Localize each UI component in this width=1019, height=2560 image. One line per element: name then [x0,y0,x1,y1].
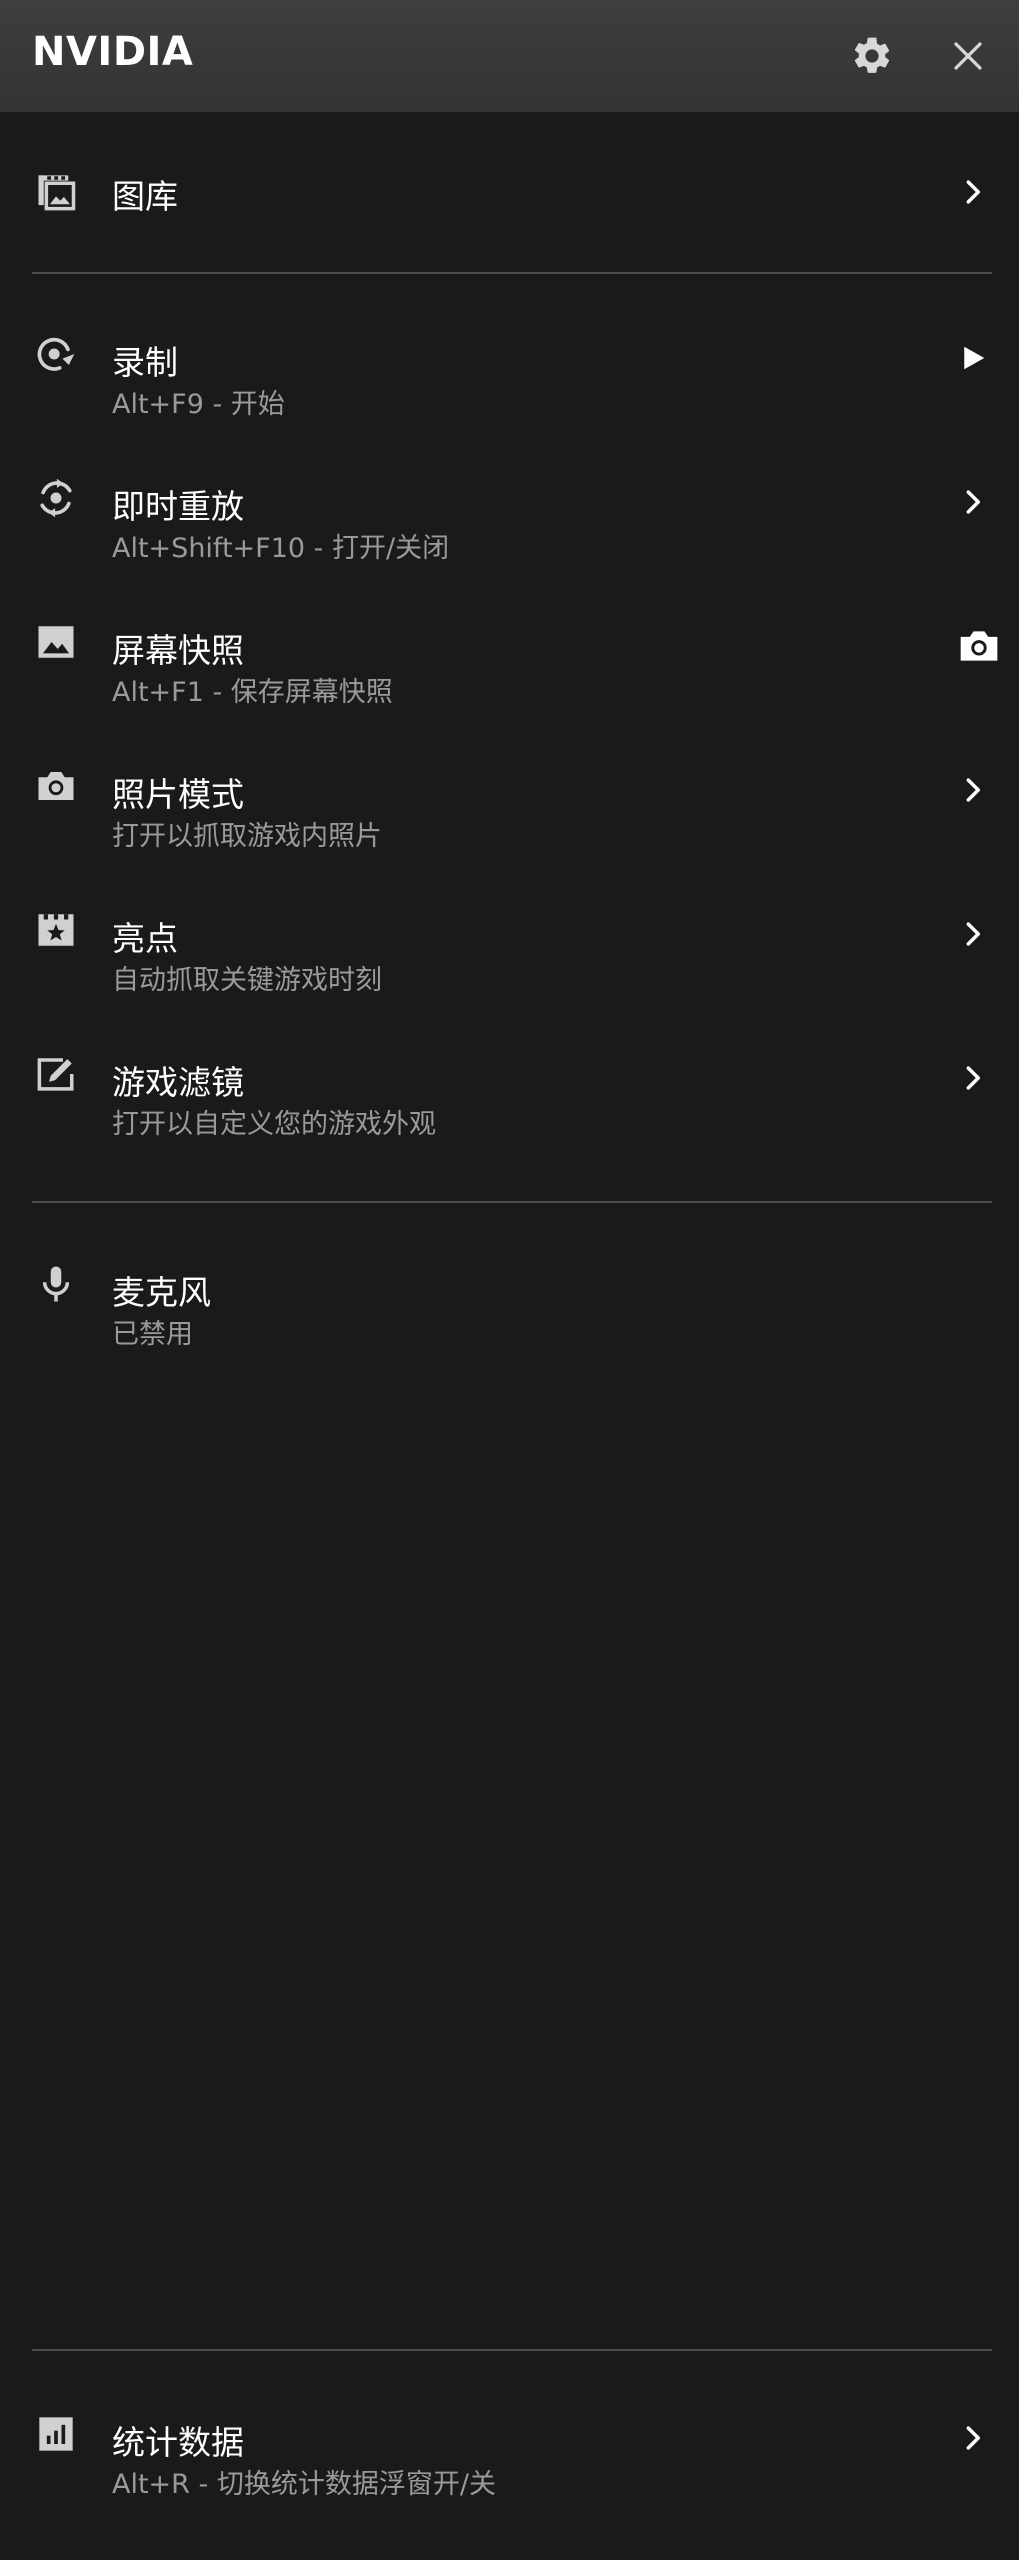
record-start-button[interactable] [945,330,1001,386]
instant-replay-icon [32,474,80,522]
instant-replay-chevron-button[interactable] [945,474,1001,530]
menu-item-instant-replay[interactable]: 即时重放 Alt+Shift+F10 - 打开/关闭 [0,464,1019,574]
statistics-icon [32,2410,80,2458]
divider [32,2349,992,2351]
play-icon [964,346,985,370]
chevron-right-icon [966,778,980,802]
menu-item-game-filter[interactable]: 游戏滤镜 打开以自定义您的游戏外观 [0,1040,1019,1150]
image-icon [32,618,80,666]
chevron-right-icon [966,490,980,514]
gallery-icon [32,168,80,216]
settings-button[interactable] [844,28,900,84]
gallery-chevron-button[interactable] [945,164,1001,220]
camera-icon [960,631,998,661]
screenshot-label: 屏幕快照 [112,631,244,670]
highlights-chevron-button[interactable] [945,906,1001,962]
photo-mode-label: 照片模式 [112,775,244,814]
microphone-icon [32,1260,80,1308]
chevron-right-icon [966,180,980,204]
camera-icon [32,762,80,810]
statistics-label: 统计数据 [112,2423,244,2462]
divider [32,272,992,274]
take-screenshot-button[interactable] [951,618,1007,674]
chevron-right-icon [966,2426,980,2450]
close-icon [954,42,982,70]
highlights-icon [32,906,80,954]
filter-edit-icon [32,1050,80,1098]
record-hint: Alt+F9 - 开始 [112,389,285,420]
photo-mode-hint: 打开以抓取游戏内照片 [112,821,382,852]
instant-replay-hint: Alt+Shift+F10 - 打开/关闭 [112,533,450,564]
record-label: 录制 [112,343,178,382]
menu-item-statistics[interactable]: 统计数据 Alt+R - 切换统计数据浮窗开/关 [0,2400,1019,2510]
close-button[interactable] [940,28,996,84]
instant-replay-label: 即时重放 [112,487,244,526]
highlights-label: 亮点 [112,919,178,958]
menu-item-record[interactable]: 录制 Alt+F9 - 开始 [0,320,1019,430]
chevron-right-icon [966,1066,980,1090]
divider [32,1201,992,1203]
statistics-hint: Alt+R - 切换统计数据浮窗开/关 [112,2469,496,2500]
highlights-hint: 自动抓取关键游戏时刻 [112,965,382,996]
header-bar: NVIDIA [0,0,1019,112]
gallery-label: 图库 [112,177,178,216]
microphone-label: 麦克风 [112,1273,211,1312]
game-filter-chevron-button[interactable] [945,1050,1001,1106]
microphone-status: 已禁用 [112,1319,193,1350]
screenshot-hint: Alt+F1 - 保存屏幕快照 [112,677,393,708]
gear-icon [854,37,890,73]
photo-mode-chevron-button[interactable] [945,762,1001,818]
brand-title: NVIDIA [32,29,194,75]
menu-item-screenshot[interactable]: 屏幕快照 Alt+F1 - 保存屏幕快照 [0,608,1019,718]
menu-item-photo-mode[interactable]: 照片模式 打开以抓取游戏内照片 [0,752,1019,862]
chevron-right-icon [966,922,980,946]
menu-item-gallery[interactable]: 图库 [0,150,1019,234]
menu-item-microphone[interactable]: 麦克风 已禁用 [0,1250,1019,1360]
game-filter-label: 游戏滤镜 [112,1063,244,1102]
menu-item-highlights[interactable]: 亮点 自动抓取关键游戏时刻 [0,896,1019,1006]
record-icon [32,330,80,378]
statistics-chevron-button[interactable] [945,2410,1001,2466]
game-filter-hint: 打开以自定义您的游戏外观 [112,1109,436,1140]
